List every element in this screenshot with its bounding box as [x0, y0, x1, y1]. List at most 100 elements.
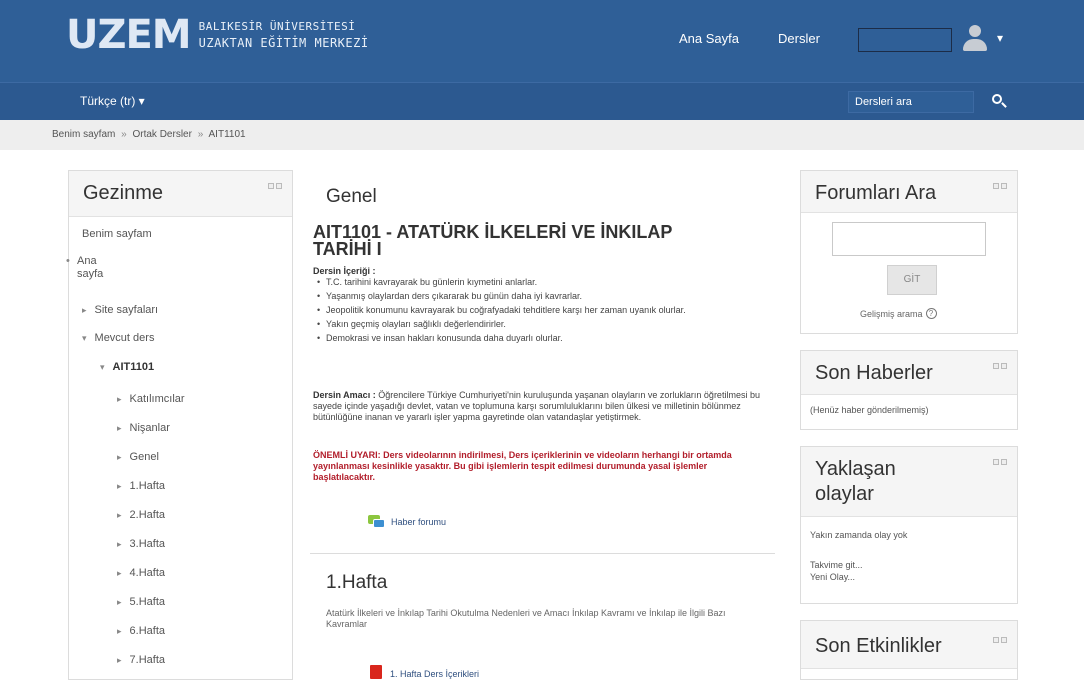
- block-controls-icon[interactable]: [993, 183, 1007, 189]
- go-button[interactable]: GİT: [887, 265, 937, 295]
- avatar[interactable]: [960, 23, 990, 53]
- nav-badges[interactable]: ▸ Nişanlar: [117, 422, 170, 434]
- chevron-right-icon: ▸: [117, 568, 122, 578]
- navigation-block: Gezinme: [68, 170, 293, 680]
- logo-mark: UZEM: [66, 12, 192, 58]
- nav-home-link[interactable]: Ana Sayfa: [679, 31, 739, 46]
- search-handle: [1001, 102, 1007, 108]
- section-divider: [310, 553, 775, 554]
- recent-activity-title: Son Etkinlikler: [815, 635, 942, 657]
- upcoming-events-title-line-1: Yaklaşan: [815, 458, 896, 480]
- breadcrumb: Benim sayfam » Ortak Dersler » AIT1101: [0, 120, 1084, 150]
- chevron-right-icon: ▸: [117, 626, 122, 636]
- avatar-head: [969, 25, 981, 37]
- nav-week-3-label: 3.Hafta: [129, 538, 165, 550]
- course-purpose-text: Öğrencilere Türkiye Cumhuriyeti'nin kuru…: [313, 390, 760, 422]
- chevron-right-icon: ▸: [117, 655, 122, 665]
- upcoming-events-header: Yaklaşan olaylar: [801, 447, 1017, 517]
- week-1-summary: Atatürk İlkeleri ve İnkılap Tarihi Okutu…: [326, 608, 726, 629]
- upcoming-events-empty: Yakın zamanda olay yok: [810, 530, 908, 540]
- nav-home-line-2[interactable]: sayfa: [77, 268, 103, 280]
- chevron-down-icon: ▾: [100, 362, 105, 372]
- nav-participants-label: Katılımcılar: [129, 393, 185, 405]
- help-icon[interactable]: ?: [925, 308, 937, 319]
- warning-text: ÖNEMLİ UYARI: Ders videolarının indirilm…: [313, 450, 732, 482]
- nav-week-2[interactable]: ▸ 2.Hafta: [117, 509, 165, 521]
- language-menu[interactable]: Türkçe (tr) ▾: [80, 94, 145, 108]
- course-purpose: Dersin Amacı : Öğrencilere Türkiye Cumhu…: [313, 390, 761, 423]
- nav-courses-link[interactable]: Dersler: [778, 31, 820, 46]
- nav-current-course[interactable]: ▾ Mevcut ders: [82, 332, 154, 344]
- chevron-right-icon: ▸: [117, 481, 122, 491]
- logo-line-2: UZAKTAN EĞİTİM MERKEZİ: [198, 36, 369, 50]
- breadcrumb-separator: »: [197, 129, 204, 140]
- breadcrumb-separator: »: [121, 129, 127, 140]
- nav-site-pages[interactable]: ▸ Site sayfaları: [82, 304, 158, 316]
- breadcrumb-my-page[interactable]: Benim sayfam: [52, 129, 115, 140]
- block-controls-icon[interactable]: [993, 637, 1007, 643]
- course-content-label: Dersin İçeriği :: [313, 266, 376, 276]
- nav-week-1[interactable]: ▸ 1.Hafta: [117, 480, 165, 492]
- forum-search-header: Forumları Ara: [801, 171, 1017, 213]
- navigation-block-title: Gezinme: [83, 182, 164, 204]
- chevron-right-icon: ▸: [117, 394, 122, 404]
- news-forum-link[interactable]: Haber forumu: [368, 515, 446, 528]
- nav-week-5-label: 5.Hafta: [129, 596, 165, 608]
- site-logo[interactable]: UZEM BALIKESİR ÜNİVERSİTESİ UZAKTAN EĞİT…: [66, 10, 369, 60]
- week-1-content-link[interactable]: 1. Hafta Ders İçerikleri: [390, 669, 479, 680]
- nav-current-course-label: Mevcut ders: [94, 332, 155, 344]
- avatar-body: [963, 39, 987, 51]
- nav-home-line-1[interactable]: Ana: [77, 255, 97, 267]
- bullet-icon: •: [66, 255, 70, 267]
- nav-my-page[interactable]: Benim sayfam: [82, 228, 152, 240]
- search-icon[interactable]: [988, 92, 1010, 112]
- forum-search-title: Forumları Ara: [815, 182, 937, 204]
- advanced-search-label: Gelişmiş arama: [860, 308, 923, 319]
- user-name-box[interactable]: [858, 28, 952, 52]
- course-search-input[interactable]: [848, 91, 974, 113]
- recent-activity-block: Son Etkinlikler: [800, 620, 1018, 680]
- chevron-right-icon: ▸: [82, 305, 87, 315]
- upcoming-events-title-line-2: olaylar: [815, 483, 874, 505]
- nav-general-label: Genel: [129, 451, 159, 463]
- navigation-block-header: Gezinme: [69, 171, 292, 217]
- course-content-section: Dersin İçeriği : T.C. tarihini kavrayara…: [313, 266, 761, 347]
- nav-participants[interactable]: ▸ Katılımcılar: [117, 393, 185, 405]
- latest-news-header: Son Haberler: [801, 351, 1017, 395]
- nav-week-5[interactable]: ▸ 5.Hafta: [117, 596, 165, 608]
- user-menu-caret-icon[interactable]: ▾: [997, 31, 1003, 45]
- nav-badges-label: Nişanlar: [129, 422, 170, 434]
- new-event-link[interactable]: Yeni Olay...: [810, 572, 855, 583]
- block-controls-icon[interactable]: [993, 459, 1007, 465]
- section-week-1-title: 1.Hafta: [326, 572, 388, 593]
- list-item: T.C. tarihini kavrayarak bu günlerin kıy…: [313, 277, 761, 288]
- section-general-title: Genel: [326, 186, 377, 207]
- nav-week-4-label: 4.Hafta: [129, 567, 165, 579]
- chevron-right-icon: ▸: [117, 597, 122, 607]
- nav-week-4[interactable]: ▸ 4.Hafta: [117, 567, 165, 579]
- nav-course-code[interactable]: ▾ AIT1101: [100, 361, 154, 373]
- go-to-calendar-link[interactable]: Takvime git...: [810, 560, 863, 571]
- course-title: AIT1101 - ATATÜRK İLKELERİ VE İNKILAP TA…: [313, 222, 673, 259]
- latest-news-block: Son Haberler: [800, 350, 1018, 430]
- nav-week-3[interactable]: ▸ 3.Hafta: [117, 538, 165, 550]
- logo-line-1: BALIKESİR ÜNİVERSİTESİ: [198, 20, 356, 33]
- nav-week-1-label: 1.Hafta: [129, 480, 165, 492]
- latest-news-title: Son Haberler: [815, 362, 933, 384]
- forum-search-input[interactable]: [832, 222, 986, 256]
- nav-week-6[interactable]: ▸ 6.Hafta: [117, 625, 165, 637]
- list-item: Yakın geçmiş olayları sağlıklı değerlend…: [313, 319, 761, 330]
- chevron-right-icon: ▸: [117, 452, 122, 462]
- breadcrumb-course[interactable]: AIT1101: [209, 129, 246, 140]
- block-controls-icon[interactable]: [993, 363, 1007, 369]
- latest-news-empty: (Henüz haber gönderilmemiş): [810, 405, 929, 415]
- nav-week-6-label: 6.Hafta: [129, 625, 165, 637]
- nav-general[interactable]: ▸ Genel: [117, 451, 159, 463]
- chevron-right-icon: ▸: [117, 539, 122, 549]
- block-controls-icon[interactable]: [268, 183, 282, 189]
- breadcrumb-common-courses[interactable]: Ortak Dersler: [132, 129, 191, 140]
- nav-site-pages-label: Site sayfaları: [94, 304, 159, 316]
- nav-course-code-label: AIT1101: [112, 361, 155, 373]
- advanced-search-link[interactable]: Gelişmiş arama ?: [860, 308, 937, 319]
- nav-week-7[interactable]: ▸ 7.Hafta: [117, 654, 165, 666]
